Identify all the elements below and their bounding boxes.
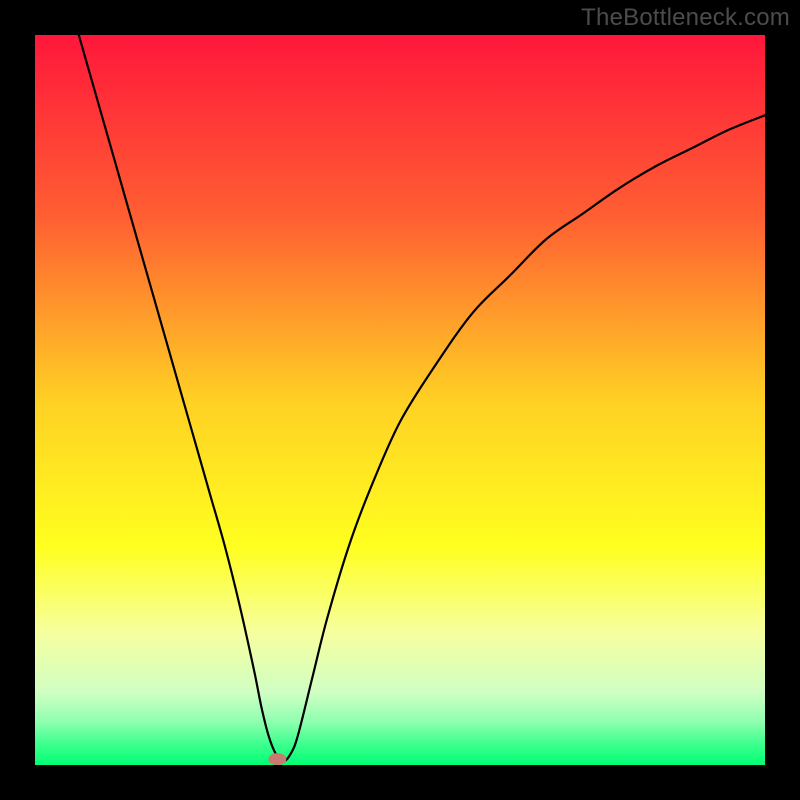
minimum-marker — [268, 753, 286, 765]
bottleneck-curve — [35, 35, 765, 765]
plot-area — [35, 35, 765, 765]
watermark-label: TheBottleneck.com — [581, 4, 790, 32]
